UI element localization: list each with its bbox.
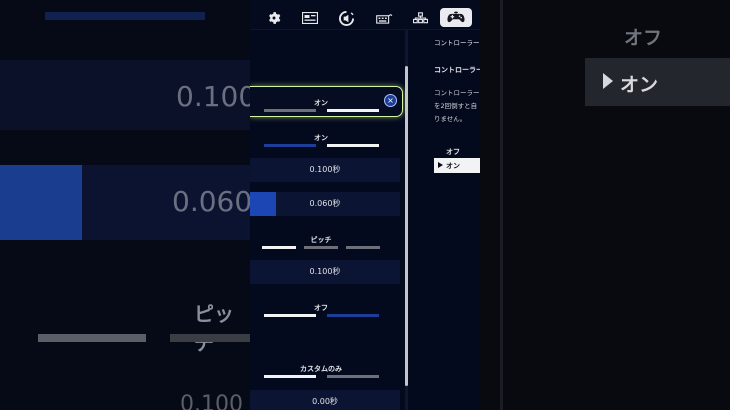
background-value: 0.060 xyxy=(172,185,250,218)
slider-value: 0.100秒 xyxy=(309,165,341,174)
setting-value: カスタムのみ xyxy=(300,365,342,373)
background-label: ピッチ xyxy=(194,302,234,355)
screen: 0.100 0.060 ピッチ 0.100 オフ オン オン × オン 0.10… xyxy=(0,0,730,410)
description-body: コントローラー を2回倒すと自 りません。 xyxy=(434,87,480,126)
slider-value: 0.00秒 xyxy=(312,397,338,406)
tab-display[interactable] xyxy=(296,8,324,28)
settings-panel: オン × オン 0.100秒 0.060秒 ピッチ 0.100秒 オフ カスタム… xyxy=(250,0,480,410)
tab-game-settings[interactable] xyxy=(260,8,288,28)
audio-icon xyxy=(338,10,354,26)
background-option-on: オン xyxy=(620,74,659,96)
option-segment-selected[interactable] xyxy=(262,246,296,249)
description-option-off: オフ xyxy=(446,148,460,156)
description-line: コントローラー xyxy=(434,89,480,97)
description-heading: コントローラー xyxy=(434,66,480,74)
triangle-pointer-icon xyxy=(438,162,443,168)
tab-controller[interactable] xyxy=(440,8,472,27)
background-segment xyxy=(170,334,250,342)
option-segment-selected[interactable] xyxy=(264,375,316,378)
tab-audio[interactable] xyxy=(332,8,360,28)
slider-value: 0.060秒 xyxy=(309,199,341,208)
description-line: りません。 xyxy=(434,115,467,123)
controller-icon xyxy=(447,11,465,23)
close-icon[interactable]: × xyxy=(384,94,397,107)
background-left: 0.100 0.060 ピッチ 0.100 xyxy=(0,0,250,410)
background-segment xyxy=(38,334,146,342)
option-segment-selected[interactable] xyxy=(327,144,379,147)
background-value: 0.100 xyxy=(180,392,243,410)
background-right: オフ オン xyxy=(480,0,730,410)
tab-network[interactable] xyxy=(406,8,434,28)
option-segment-selected[interactable] xyxy=(264,314,316,317)
setting-slider[interactable]: 0.100秒 xyxy=(250,260,400,284)
option-segment[interactable] xyxy=(327,375,379,378)
slider-value: 0.100秒 xyxy=(309,267,341,276)
gear-icon xyxy=(269,12,281,24)
option-segment[interactable] xyxy=(304,246,338,249)
triangle-pointer-icon xyxy=(603,73,613,89)
setting-value: オフ xyxy=(314,304,328,312)
description-line: を2回倒すと自 xyxy=(434,102,478,110)
background-slider-fill xyxy=(0,165,82,240)
background-bar xyxy=(45,12,205,20)
setting-slider[interactable]: 0.00秒 xyxy=(250,390,400,410)
option-segment-selected[interactable] xyxy=(327,109,379,112)
background-option-off: オフ xyxy=(624,27,663,49)
option-segment[interactable] xyxy=(264,109,316,112)
option-segment[interactable] xyxy=(327,314,379,317)
settings-list: オン × オン 0.100秒 0.060秒 ピッチ 0.100秒 オフ カスタム… xyxy=(250,30,408,410)
description-category: コントローラー xyxy=(434,39,480,47)
setting-value: オン xyxy=(314,99,328,107)
setting-value: ピッチ xyxy=(310,236,332,244)
setting-slider[interactable]: 0.100秒 xyxy=(250,158,400,182)
setting-value: オン xyxy=(314,134,328,142)
network-icon xyxy=(412,12,428,24)
scrollbar-thumb[interactable] xyxy=(405,66,408,386)
tab-input[interactable] xyxy=(370,8,398,28)
option-segment[interactable] xyxy=(264,144,316,147)
keyboard-icon xyxy=(375,13,392,24)
background-value: 0.100 xyxy=(176,80,250,113)
setting-slider[interactable]: 0.060秒 xyxy=(250,192,400,216)
display-icon xyxy=(302,12,318,24)
description-option-on: オン xyxy=(446,162,460,170)
description-panel: コントローラー コントローラー コントローラー を2回倒すと自 りません。 オフ… xyxy=(430,30,480,410)
background-divider xyxy=(500,0,503,410)
option-segment[interactable] xyxy=(346,246,380,249)
settings-tab-bar xyxy=(250,0,480,30)
